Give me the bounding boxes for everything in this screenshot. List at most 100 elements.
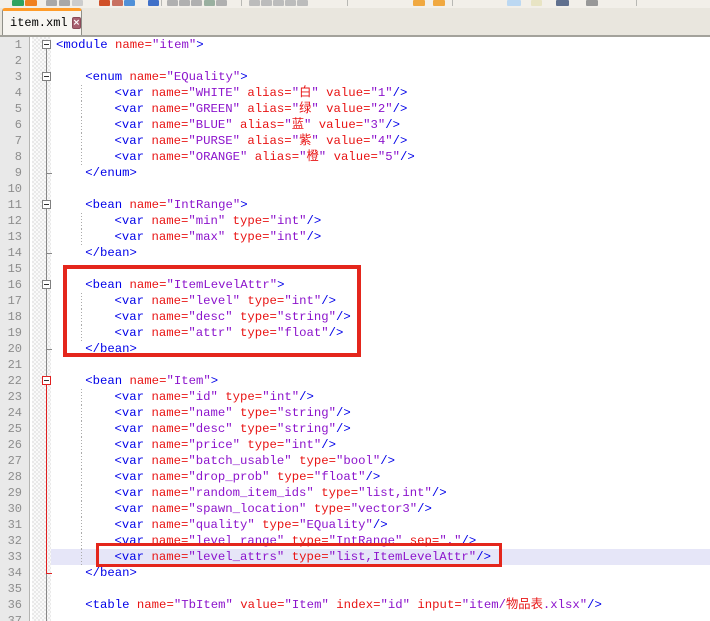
fold-collapse-icon[interactable]	[42, 40, 51, 49]
code-line: 14</bean>	[0, 245, 710, 261]
code-line: 35	[0, 581, 710, 597]
syntax-tag: <var	[115, 294, 152, 308]
code-line: 7 <var name="PURSE" alias="紫" value="4"/>	[0, 133, 710, 149]
code-text[interactable]: </bean>	[51, 341, 710, 357]
toolbar-icon[interactable]	[124, 0, 135, 6]
toolbar-icon[interactable]	[72, 0, 83, 6]
code-text[interactable]: <module name="item">	[51, 37, 710, 53]
code-text[interactable]: <var name="id" type="int"/>	[51, 389, 710, 405]
line-number: 34	[0, 565, 30, 581]
syntax-tag: />	[380, 454, 395, 468]
toolbar-icon[interactable]	[167, 0, 178, 6]
code-text[interactable]: <var name="name" type="string"/>	[51, 405, 710, 421]
code-text[interactable]	[51, 357, 710, 373]
code-text[interactable]: <var name="level_attrs" type="list,ItemL…	[51, 549, 710, 565]
toolbar-icon[interactable]	[148, 0, 159, 6]
syntax-plain	[270, 470, 277, 484]
toolbar-icon[interactable]	[285, 0, 296, 6]
toolbar-icon[interactable]	[179, 0, 190, 6]
line-number: 7	[0, 133, 30, 149]
code-text[interactable]: <var name="attr" type="float"/>	[51, 325, 710, 341]
fold-line	[46, 581, 47, 597]
code-text[interactable]	[51, 53, 710, 69]
toolbar-icon[interactable]	[507, 0, 521, 6]
code-text[interactable]: <var name="random_item_ids" type="list,i…	[51, 485, 710, 501]
toolbar-icon[interactable]	[12, 0, 24, 6]
fold-line	[46, 181, 47, 197]
code-text[interactable]	[51, 181, 710, 197]
syntax-val: "vector3"	[351, 502, 417, 516]
fold-line	[46, 309, 47, 325]
toolbar-icon[interactable]	[59, 0, 70, 6]
syntax-tag: />	[385, 118, 400, 132]
syntax-plain	[233, 326, 240, 340]
syntax-plain	[402, 534, 409, 548]
code-text[interactable]: <var name="GREEN" alias="绿" value="2"/>	[51, 101, 710, 117]
toolbar-icon[interactable]	[586, 0, 598, 6]
fold-collapse-icon[interactable]	[42, 200, 51, 209]
toolbar-icon[interactable]	[191, 0, 202, 6]
toolbar-icon[interactable]	[531, 0, 542, 6]
indent-guide	[81, 101, 82, 117]
code-text[interactable]: <var name="quality" type="EQuality"/>	[51, 517, 710, 533]
code-text[interactable]: <var name="desc" type="string"/>	[51, 421, 710, 437]
code-line: 21	[0, 357, 710, 373]
code-text[interactable]	[51, 581, 710, 597]
code-text[interactable]: <var name="WHITE" alias="白" value="1"/>	[51, 85, 710, 101]
code-text[interactable]: <var name="batch_usable" type="bool"/>	[51, 453, 710, 469]
toolbar-icon[interactable]	[249, 0, 260, 6]
code-text[interactable]: <var name="drop_prob" type="float"/>	[51, 469, 710, 485]
code-editor[interactable]: 1<module name="item">23<enum name="EQual…	[0, 37, 710, 621]
code-text[interactable]: </bean>	[51, 245, 710, 261]
code-text[interactable]: <var name="level_range" type="IntRange" …	[51, 533, 710, 549]
toolbar-icon[interactable]	[556, 0, 569, 6]
fold-margin	[32, 277, 51, 293]
code-text[interactable]: <var name="max" type="int"/>	[51, 229, 710, 245]
code-text[interactable]	[51, 261, 710, 277]
toolbar-icon[interactable]	[99, 0, 110, 6]
close-tab-icon[interactable]: ×	[72, 17, 82, 29]
indent-guide	[81, 405, 82, 421]
fold-margin	[32, 197, 51, 213]
code-text[interactable]: <var name="level" type="int"/>	[51, 293, 710, 309]
line-number: 6	[0, 117, 30, 133]
fold-collapse-icon[interactable]	[42, 280, 51, 289]
tab-item-xml[interactable]: item.xml ×	[2, 8, 82, 35]
toolbar-icon[interactable]	[112, 0, 123, 6]
toolbar-icon[interactable]	[273, 0, 284, 6]
code-text[interactable]: <bean name="ItemLevelAttr">	[51, 277, 710, 293]
code-text[interactable]: <table name="TbItem" value="Item" index=…	[51, 597, 710, 613]
toolbar-icon[interactable]	[297, 0, 308, 6]
code-text[interactable]: <enum name="EQuality">	[51, 69, 710, 85]
syntax-attr: type=	[292, 550, 329, 564]
code-text[interactable]: <var name="ORANGE" alias="橙" value="5"/>	[51, 149, 710, 165]
toolbar-icon[interactable]	[216, 0, 227, 6]
toolbar-icon[interactable]	[25, 0, 37, 6]
fold-margin	[32, 69, 51, 85]
code-text[interactable]: <var name="PURSE" alias="紫" value="4"/>	[51, 133, 710, 149]
code-text[interactable]: </enum>	[51, 165, 710, 181]
code-text[interactable]: <bean name="Item">	[51, 373, 710, 389]
code-text[interactable]: <var name="min" type="int"/>	[51, 213, 710, 229]
toolbar-icon[interactable]	[46, 0, 57, 6]
syntax-tag: >	[277, 278, 284, 292]
syntax-val: "quality"	[188, 518, 254, 532]
syntax-val: "ItemLevelAttr"	[166, 278, 277, 292]
code-text[interactable]: <bean name="IntRange">	[51, 197, 710, 213]
syntax-attr: type=	[233, 214, 270, 228]
code-text[interactable]: <var name="price" type="int"/>	[51, 437, 710, 453]
toolbar-icon[interactable]	[204, 0, 215, 6]
toolbar-icon[interactable]	[433, 0, 445, 6]
fold-collapse-icon[interactable]	[42, 376, 51, 385]
fold-collapse-icon[interactable]	[42, 72, 51, 81]
code-line: 30<var name="spawn_location" type="vecto…	[0, 501, 710, 517]
toolbar-icon[interactable]	[261, 0, 272, 6]
toolbar-icon[interactable]	[413, 0, 425, 6]
indent-guide	[81, 501, 82, 517]
code-text[interactable]: <var name="spawn_location" type="vector3…	[51, 501, 710, 517]
code-text[interactable]	[51, 613, 710, 621]
code-text[interactable]: <var name="desc" type="string"/>	[51, 309, 710, 325]
code-text[interactable]: <var name="BLUE" alias="蓝" value="3"/>	[51, 117, 710, 133]
code-text[interactable]: </bean>	[51, 565, 710, 581]
syntax-tag: >	[240, 70, 247, 84]
